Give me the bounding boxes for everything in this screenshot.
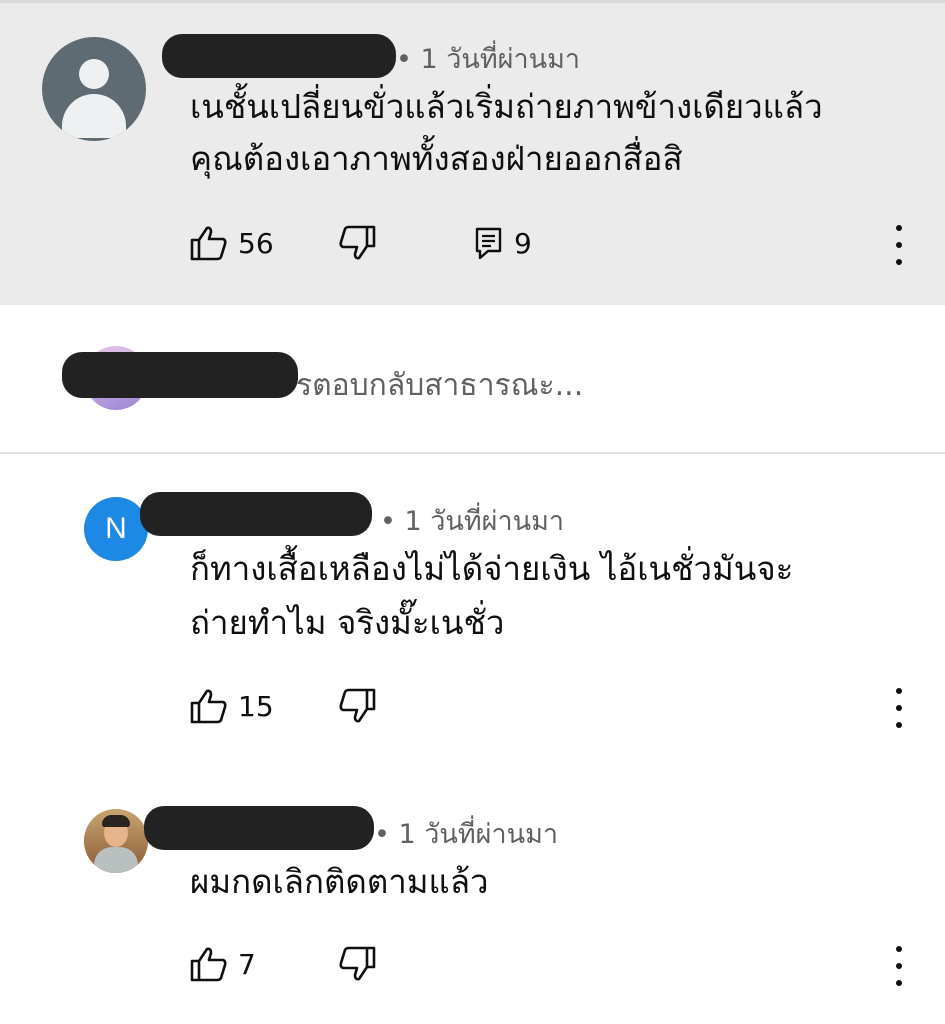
like-button[interactable]: 15 <box>190 688 274 724</box>
thumbs-up-icon <box>190 947 227 982</box>
avatar[interactable] <box>84 809 148 873</box>
avatar-head <box>79 59 109 89</box>
redacted-username <box>62 352 298 398</box>
avatar[interactable]: N <box>84 497 148 561</box>
reply-input[interactable]: รตอบกลับสาธารณะ... <box>296 362 583 409</box>
comment-text-line-1: เนชั้นเปลี่ยนขั่วแล้วเริ่มถ่ายภาพข้างเดี… <box>190 87 823 126</box>
like-count: 7 <box>238 947 256 981</box>
thumbs-up-icon <box>190 226 227 261</box>
thumbs-up-icon <box>190 689 227 724</box>
more-vert-icon[interactable] <box>884 946 914 986</box>
like-count: 56 <box>238 226 274 260</box>
avatar-body <box>62 94 126 138</box>
thumbs-down-icon <box>339 946 376 981</box>
like-count: 15 <box>238 689 274 723</box>
reply-icon <box>475 227 502 260</box>
highlighted-comment: • 1 วันที่ผ่านมา เนชั้นเปลี่ยนขั่วแล้วเร… <box>0 3 945 305</box>
dislike-button[interactable] <box>338 688 376 724</box>
reply-text-line-1: ก็ทางเสื้อเหลืองไม่ได้จ่ายเงิน ไอ้เนชั่ว… <box>190 549 794 588</box>
thumbs-down-icon <box>339 688 376 723</box>
section-divider <box>0 452 945 454</box>
reply-timestamp: • 1 วันที่ผ่านมา <box>374 819 559 850</box>
reply-timestamp: • 1 วันที่ผ่านมา <box>380 506 565 537</box>
more-vert-icon[interactable] <box>884 225 914 265</box>
redacted-username <box>140 492 372 536</box>
like-button[interactable]: 56 <box>190 225 274 261</box>
reply-text-line-1: ผมกดเลิกติดตามแล้ว <box>190 862 489 901</box>
dislike-button[interactable] <box>338 946 376 982</box>
more-vert-icon[interactable] <box>884 688 914 728</box>
comment-text-line-2: คุณต้องเอาภาพทั้งสองฝ่ายออกสื่อสิ <box>190 139 683 178</box>
redacted-username <box>162 34 396 78</box>
comment-timestamp: • 1 วันที่ผ่านมา <box>396 44 581 75</box>
default-avatar-icon[interactable] <box>42 37 146 141</box>
reply-count: 9 <box>514 226 532 260</box>
redacted-username <box>144 806 374 850</box>
dislike-button[interactable] <box>338 225 376 261</box>
thumbs-down-icon <box>339 225 376 260</box>
reply-button[interactable]: 9 <box>474 225 532 261</box>
like-button[interactable]: 7 <box>190 946 256 982</box>
reply-text-line-2: ถ่ายทำไม จริงมั๊ะเนชั่ว <box>190 603 505 642</box>
